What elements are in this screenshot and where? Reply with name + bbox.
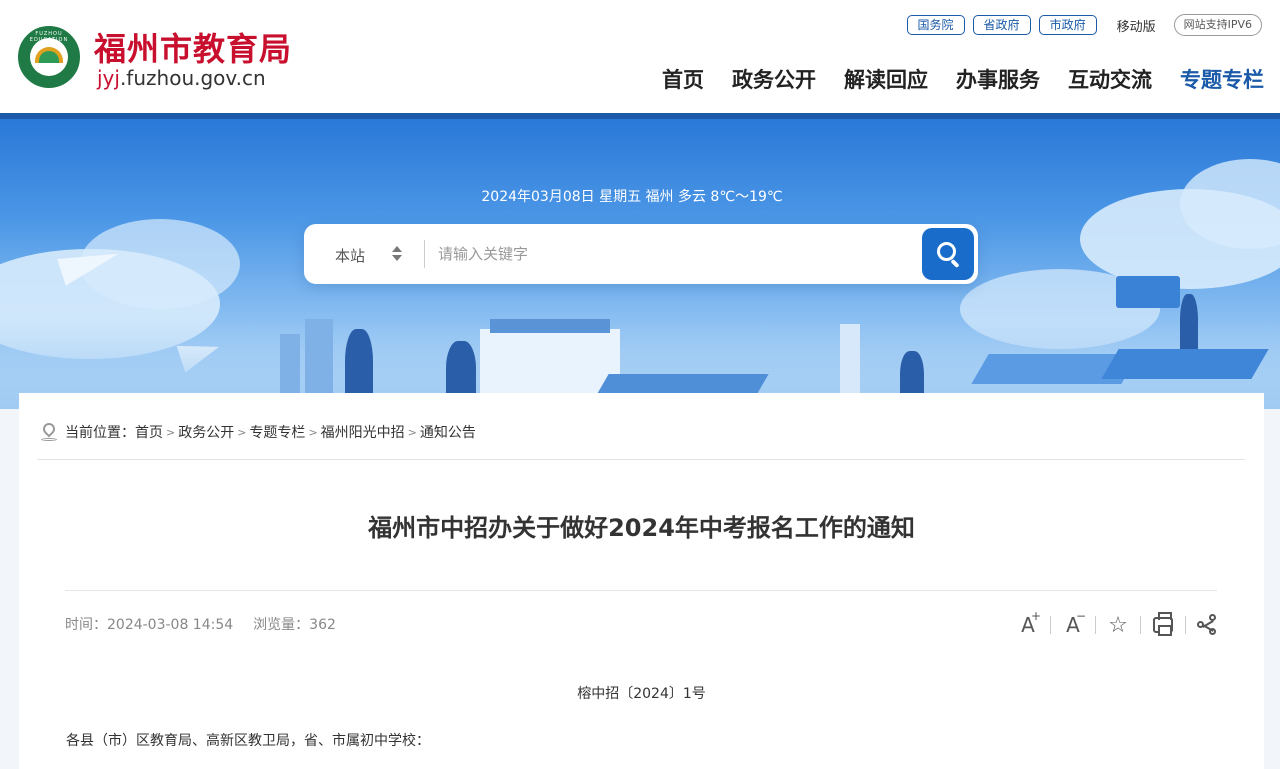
- breadcrumb-prefix: 当前位置：: [65, 425, 135, 441]
- article-meta: 时间：2024-03-08 14:54 浏览量：362: [65, 614, 336, 634]
- link-mobile-version[interactable]: 移动版: [1117, 16, 1156, 35]
- font-decrease-icon[interactable]: A −: [1058, 609, 1088, 639]
- top-links: 国务院 省政府 市政府 移动版 网站支持IPV6: [899, 14, 1262, 36]
- site-header: FUZHOU EDUCATION 福州市教育局 jyj.fuzhou.gov.c…: [0, 0, 1280, 113]
- share-icon[interactable]: [1193, 611, 1223, 639]
- link-state-council[interactable]: 国务院: [906, 15, 965, 35]
- breadcrumb-special-topics[interactable]: 专题专栏: [249, 422, 305, 442]
- favorite-star-icon[interactable]: ☆: [1103, 611, 1133, 639]
- font-increase-icon[interactable]: A +: [1013, 609, 1043, 639]
- publish-time: 时间：2024-03-08 14:54: [65, 617, 234, 633]
- search-icon: [937, 242, 956, 261]
- nav-gov-affairs[interactable]: 政务公开: [732, 64, 816, 94]
- search-box: 本站: [304, 224, 978, 284]
- chevron-right-icon: >: [308, 425, 318, 439]
- select-arrows-icon[interactable]: [392, 246, 402, 262]
- title-divider: [65, 590, 1217, 591]
- ipv6-badge: 网站支持IPV6: [1173, 14, 1262, 36]
- chevron-right-icon: >: [407, 425, 417, 439]
- link-provincial-gov[interactable]: 省政府: [972, 15, 1031, 35]
- article-title: 福州市中招办关于做好2024年中考报名工作的通知: [368, 514, 915, 542]
- article-card: 当前位置： 首页 > 政务公开 > 专题专栏 > 福州阳光中招 > 通知公告 福…: [19, 393, 1264, 769]
- chevron-right-icon: >: [237, 425, 247, 439]
- breadcrumb: 当前位置： 首页 > 政务公开 > 专题专栏 > 福州阳光中招 > 通知公告: [40, 420, 476, 442]
- date-weather-line: 2024年03月08日 星期五 福州 多云 8℃～19℃: [481, 189, 783, 205]
- nav-services[interactable]: 办事服务: [956, 64, 1040, 94]
- nav-special-topics[interactable]: 专题专栏: [1180, 64, 1264, 94]
- breadcrumb-notices[interactable]: 通知公告: [420, 422, 476, 442]
- nav-home[interactable]: 首页: [662, 64, 704, 94]
- breadcrumb-home[interactable]: 首页: [135, 422, 163, 442]
- hero-banner: 2024年03月08日 星期五 福州 多云 8℃～19℃ 本站: [0, 119, 1280, 409]
- nav-interpretation[interactable]: 解读回应: [844, 64, 928, 94]
- search-input[interactable]: [438, 236, 916, 272]
- article-salutation: 各县（市）区教育局、高新区教卫局，省、市属初中学校：: [66, 733, 430, 749]
- location-pin-icon: [40, 420, 58, 441]
- main-nav: 首页 政务公开 解读回应 办事服务 互动交流 专题专栏: [634, 64, 1264, 94]
- search-button[interactable]: [922, 228, 974, 280]
- breadcrumb-gov-affairs[interactable]: 政务公开: [178, 422, 234, 442]
- document-number: 榕中招〔2024〕1号: [577, 686, 706, 702]
- search-scope-select[interactable]: 本站: [335, 245, 365, 266]
- breadcrumb-sunshine-exam[interactable]: 福州阳光中招: [321, 422, 405, 442]
- breadcrumb-divider: [37, 459, 1245, 460]
- site-title[interactable]: 福州市教育局: [94, 24, 292, 70]
- board-icon: [1116, 276, 1180, 308]
- education-emblem-icon[interactable]: FUZHOU EDUCATION: [18, 26, 80, 88]
- view-count: 浏览量：362: [253, 617, 336, 633]
- site-domain: jyj.fuzhou.gov.cn: [97, 66, 266, 90]
- chevron-right-icon: >: [166, 425, 176, 439]
- print-icon[interactable]: [1148, 611, 1178, 639]
- article-tools: A + A − ☆: [1013, 609, 1223, 639]
- nav-interaction[interactable]: 互动交流: [1068, 64, 1152, 94]
- link-city-gov[interactable]: 市政府: [1038, 15, 1097, 35]
